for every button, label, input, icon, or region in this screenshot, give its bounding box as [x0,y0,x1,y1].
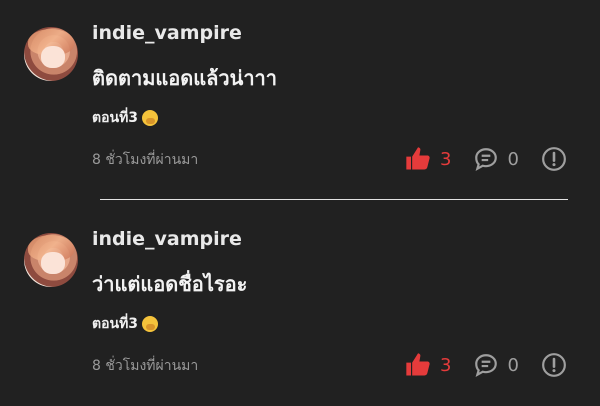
thinking-face-emoji [142,110,159,126]
comment-username[interactable]: indie_vampire [92,228,242,250]
avatar-face [41,252,65,274]
exclamation-circle-icon[interactable] [541,352,567,378]
avatar[interactable] [24,27,78,81]
like-count: 3 [440,354,452,376]
comment-divider [100,199,568,200]
comment-actions: 3 0 [404,350,574,380]
like-count: 3 [440,148,452,170]
reply-count: 0 [507,354,519,376]
avatar-face [41,46,65,68]
thumbs-up-icon[interactable] [404,145,432,173]
avatar[interactable] [24,233,78,287]
chapter-label: ตอนที่3 [92,110,139,126]
thumbs-up-icon[interactable] [404,351,432,379]
comment-timestamp: 8 ชั่วโมงที่ผ่านมา [92,358,199,374]
thinking-face-emoji [142,316,159,332]
reply-count: 0 [507,148,519,170]
comment-text: ติดตามแอดแล้วน่าาา [92,66,278,90]
comment-item: indie_vampire ว่าแต่แอดชื่อไรอะ ตอนที่3 … [0,206,600,406]
exclamation-circle-icon[interactable] [541,146,567,172]
comment-chapter[interactable]: ตอนที่3 [92,107,159,129]
comment-actions: 3 0 [404,144,574,174]
comment-username[interactable]: indie_vampire [92,22,242,44]
comment-item: indie_vampire ติดตามแอดแล้วน่าาา ตอนที่3… [0,0,600,200]
comment-chapter[interactable]: ตอนที่3 [92,313,159,335]
speech-bubble-icon[interactable] [473,352,499,378]
comment-text: ว่าแต่แอดชื่อไรอะ [92,272,248,296]
speech-bubble-icon[interactable] [473,146,499,172]
chapter-label: ตอนที่3 [92,316,139,332]
comment-timestamp: 8 ชั่วโมงที่ผ่านมา [92,152,199,168]
